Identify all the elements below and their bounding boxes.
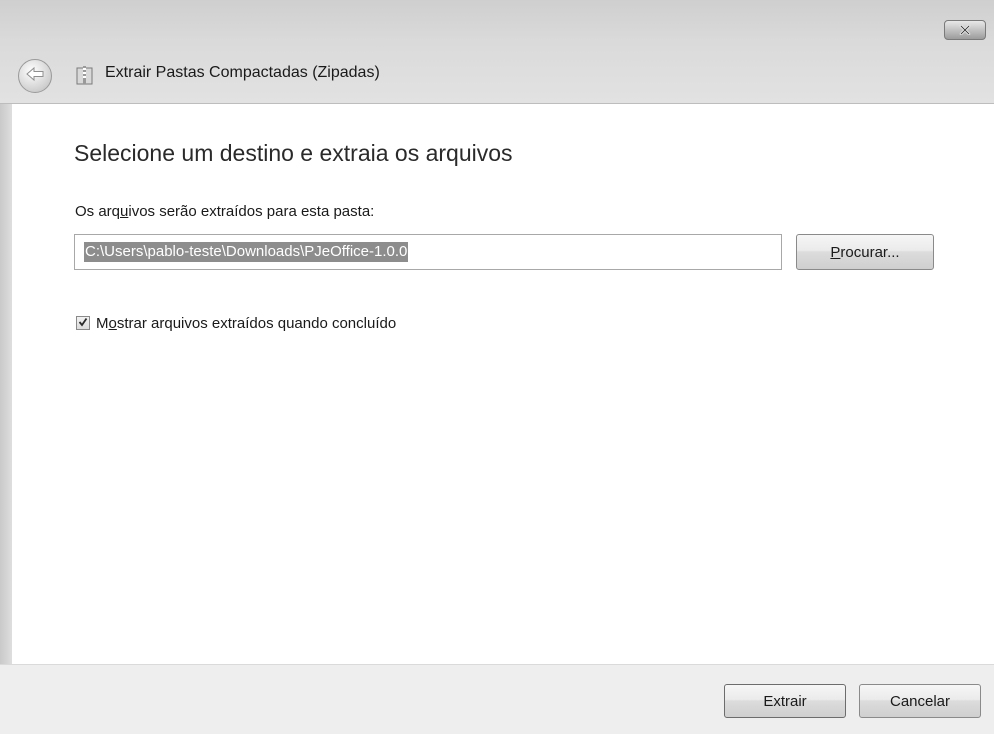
window-title: Extrair Pastas Compactadas (Zipadas) <box>105 64 380 81</box>
browse-button[interactable]: Procurar... <box>796 234 934 270</box>
destination-path-input[interactable]: C:\Users\pablo-teste\Downloads\PJeOffice… <box>74 234 782 270</box>
close-button[interactable] <box>944 20 986 40</box>
checkmark-icon <box>78 314 88 332</box>
page-heading: Selecione um destino e extraia os arquiv… <box>74 140 513 166</box>
destination-label: Os arquivos serão extraídos para esta pa… <box>75 203 375 220</box>
show-files-checkbox[interactable] <box>76 316 90 330</box>
show-files-option[interactable]: Mostrar arquivos extraídos quando conclu… <box>76 313 396 333</box>
destination-path-value: C:\Users\pablo-teste\Downloads\PJeOffice… <box>84 242 409 262</box>
extract-button[interactable]: Extrair <box>724 684 846 718</box>
close-icon <box>958 25 972 35</box>
window-left-border <box>0 0 12 733</box>
back-button[interactable] <box>18 59 52 93</box>
title-bar: Extrair Pastas Compactadas (Zipadas) <box>0 0 994 104</box>
zip-folder-icon <box>75 64 95 86</box>
show-files-label: Mostrar arquivos extraídos quando conclu… <box>96 314 397 332</box>
back-arrow-icon <box>25 66 45 87</box>
cancel-button[interactable]: Cancelar <box>859 684 981 718</box>
extract-wizard-window: Extrair Pastas Compactadas (Zipadas) Sel… <box>0 0 994 734</box>
